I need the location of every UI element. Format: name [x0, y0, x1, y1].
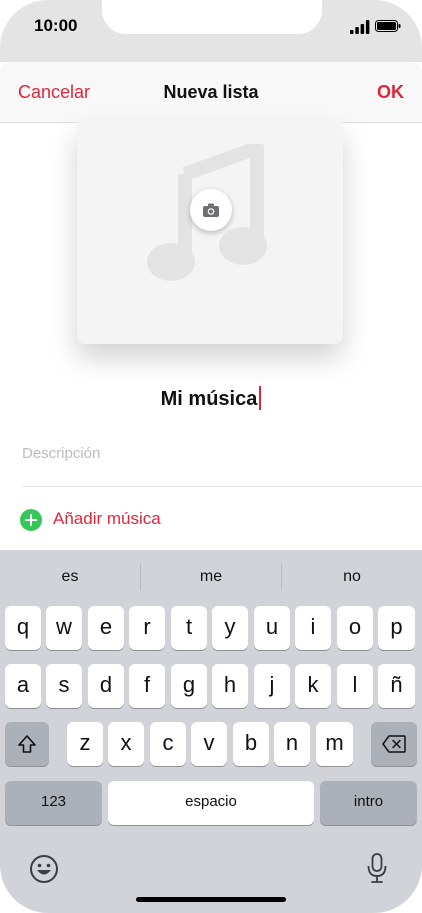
key-v[interactable]: v — [191, 722, 227, 766]
key-g[interactable]: g — [171, 664, 207, 708]
key-n[interactable]: n — [274, 722, 310, 766]
key-k[interactable]: k — [295, 664, 331, 708]
delete-key[interactable] — [371, 722, 417, 766]
home-indicator[interactable] — [136, 897, 286, 902]
key-a[interactable]: a — [5, 664, 41, 708]
key-m[interactable]: m — [316, 722, 353, 766]
ok-button[interactable]: OK — [377, 82, 404, 103]
signal-icon — [350, 20, 370, 34]
return-key[interactable]: intro — [320, 781, 417, 825]
add-music-label: Añadir música — [53, 509, 161, 528]
emoji-icon[interactable] — [29, 854, 59, 884]
key-c[interactable]: c — [150, 722, 186, 766]
new-playlist-sheet: Cancelar Nueva lista OK Mi música Descri… — [0, 62, 422, 550]
key-z[interactable]: z — [67, 722, 103, 766]
navigation-bar: Cancelar Nueva lista OK — [0, 62, 422, 123]
screen: 10:00 Cancelar Nueva lista OK Mi música … — [0, 0, 422, 913]
shift-key[interactable] — [5, 722, 49, 766]
key-l[interactable]: l — [337, 664, 373, 708]
status-bar: 10:00 — [0, 0, 422, 62]
status-time: 10:00 — [34, 16, 78, 35]
key-n-tilde[interactable]: ñ — [378, 664, 415, 708]
suggestion-1[interactable]: es — [0, 568, 140, 586]
playlist-name-field[interactable]: Mi música — [0, 385, 422, 411]
key-e[interactable]: e — [88, 606, 124, 650]
key-u[interactable]: u — [254, 606, 290, 650]
suggestion-bar: es me no — [0, 550, 422, 604]
key-i[interactable]: i — [295, 606, 331, 650]
page-title: Nueva lista — [163, 82, 259, 102]
microphone-icon[interactable] — [366, 852, 388, 884]
camera-icon — [203, 203, 219, 217]
playlist-artwork[interactable] — [77, 122, 343, 344]
key-d[interactable]: d — [88, 664, 124, 708]
description-field[interactable]: Descripción — [22, 445, 100, 462]
key-y[interactable]: y — [212, 606, 248, 650]
playlist-name-text: Mi música — [160, 388, 258, 410]
add-icon — [20, 509, 42, 531]
key-j[interactable]: j — [254, 664, 290, 708]
key-b[interactable]: b — [233, 722, 269, 766]
keyboard: es me no q w e r t y u i o p a s d f g h… — [0, 550, 422, 913]
device-frame: 10:00 Cancelar Nueva lista OK Mi música … — [0, 0, 422, 913]
key-f[interactable]: f — [129, 664, 165, 708]
text-cursor — [259, 385, 262, 410]
numbers-key[interactable]: 123 — [5, 781, 102, 825]
battery-icon — [375, 20, 401, 32]
shift-icon — [18, 735, 36, 753]
key-w[interactable]: w — [46, 606, 82, 650]
key-r[interactable]: r — [129, 606, 165, 650]
key-x[interactable]: x — [108, 722, 144, 766]
key-q[interactable]: q — [5, 606, 41, 650]
add-photo-button[interactable] — [190, 189, 232, 231]
suggestion-2[interactable]: me — [141, 568, 281, 586]
key-o[interactable]: o — [337, 606, 373, 650]
key-t[interactable]: t — [171, 606, 207, 650]
notch — [102, 0, 322, 34]
space-key[interactable]: espacio — [108, 781, 314, 825]
key-s[interactable]: s — [46, 664, 82, 708]
delete-icon — [382, 735, 406, 753]
key-h[interactable]: h — [212, 664, 248, 708]
key-p[interactable]: p — [378, 606, 415, 650]
suggestion-3[interactable]: no — [282, 568, 422, 586]
divider — [22, 486, 422, 487]
